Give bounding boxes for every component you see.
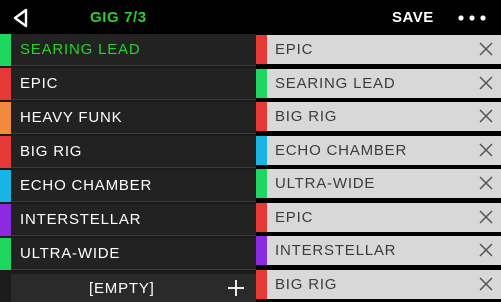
queue-item[interactable]: BIG RIG	[256, 102, 501, 131]
gig-title: GIG 7/3	[90, 9, 147, 26]
remove-icon[interactable]	[479, 243, 493, 257]
setlist-item[interactable]: EPIC	[0, 68, 256, 100]
setlist-item[interactable]: HEAVY FUNK	[0, 102, 256, 134]
setlist-item-label: ECHO CHAMBER	[20, 177, 153, 194]
remove-icon[interactable]	[479, 42, 493, 56]
color-tag	[256, 169, 267, 198]
remove-icon[interactable]	[479, 109, 493, 123]
back-arrow-icon	[13, 8, 28, 28]
queue-item[interactable]: INTERSTELLAR	[256, 236, 501, 265]
setlist-item-label: HEAVY FUNK	[20, 109, 123, 126]
setlist-item-label: EPIC	[20, 75, 59, 92]
divider	[11, 65, 256, 66]
divider	[11, 235, 256, 236]
color-tag	[0, 136, 11, 168]
color-tag	[256, 35, 267, 64]
plus-icon[interactable]	[226, 278, 246, 298]
setlist-item-label: SEARING LEAD	[20, 41, 141, 58]
queue-item-label: ULTRA-WIDE	[275, 175, 376, 192]
divider	[11, 99, 256, 100]
divider	[11, 269, 256, 270]
color-tag	[256, 203, 267, 232]
setlist-panel: SEARING LEAD EPIC HEAVY FUNK BIG RIG ECHO CH…	[0, 34, 256, 302]
remove-icon[interactable]	[479, 176, 493, 190]
divider	[11, 133, 256, 134]
empty-slot-label: [EMPTY]	[89, 280, 155, 297]
queue-item-label: BIG RIG	[275, 276, 338, 293]
queue-item[interactable]: ULTRA-WIDE	[256, 169, 501, 198]
color-tag	[256, 136, 267, 165]
queue-item[interactable]: SEARING LEAD	[256, 69, 501, 98]
setlist-item-label: BIG RIG	[20, 143, 83, 160]
remove-icon[interactable]	[479, 210, 493, 224]
queue-item[interactable]: EPIC	[256, 35, 501, 64]
color-tag	[256, 236, 267, 265]
color-tag	[0, 68, 11, 100]
gig-screen: GIG 7/3 SAVE SEARING LEAD EPIC HEAVY FUNK B…	[0, 0, 501, 302]
divider	[11, 167, 256, 168]
queue-item[interactable]: BIG RIG	[256, 270, 501, 299]
queue-item-label: SEARING LEAD	[275, 75, 396, 92]
header-bar: GIG 7/3 SAVE	[0, 0, 501, 34]
empty-slot[interactable]: [EMPTY]	[11, 274, 256, 302]
setlist-item[interactable]: ECHO CHAMBER	[0, 170, 256, 202]
remove-icon[interactable]	[479, 143, 493, 157]
divider	[11, 201, 256, 202]
remove-icon[interactable]	[479, 76, 493, 90]
queue-item-label: BIG RIG	[275, 108, 338, 125]
color-tag	[0, 102, 11, 134]
more-options-button[interactable]	[453, 8, 493, 28]
queue-item-label: EPIC	[275, 41, 314, 58]
back-button[interactable]	[10, 7, 34, 29]
setlist-item[interactable]: BIG RIG	[0, 136, 256, 168]
more-options-icon	[458, 15, 486, 21]
color-tag	[256, 102, 267, 131]
color-tag	[0, 170, 11, 202]
queue-item[interactable]: ECHO CHAMBER	[256, 136, 501, 165]
queue-item-label: INTERSTELLAR	[275, 242, 397, 259]
remove-icon[interactable]	[479, 277, 493, 291]
save-button[interactable]: SAVE	[392, 9, 434, 26]
setlist-item-label: ULTRA-WIDE	[20, 245, 121, 262]
queue-panel: EPIC SEARING LEAD BIG RIG ECHO CHAMBER ULTRA…	[256, 34, 501, 302]
setlist-item[interactable]: SEARING LEAD	[0, 34, 256, 66]
color-tag	[0, 238, 11, 270]
color-tag	[256, 69, 267, 98]
setlist-item[interactable]: ULTRA-WIDE	[0, 238, 256, 270]
queue-item-label: ECHO CHAMBER	[275, 142, 408, 159]
setlist-item[interactable]: INTERSTELLAR	[0, 204, 256, 236]
queue-item[interactable]: EPIC	[256, 203, 501, 232]
color-tag	[0, 204, 11, 236]
color-tag	[0, 34, 11, 66]
setlist-item-label: INTERSTELLAR	[20, 211, 142, 228]
color-tag	[256, 270, 267, 299]
queue-item-label: EPIC	[275, 209, 314, 226]
